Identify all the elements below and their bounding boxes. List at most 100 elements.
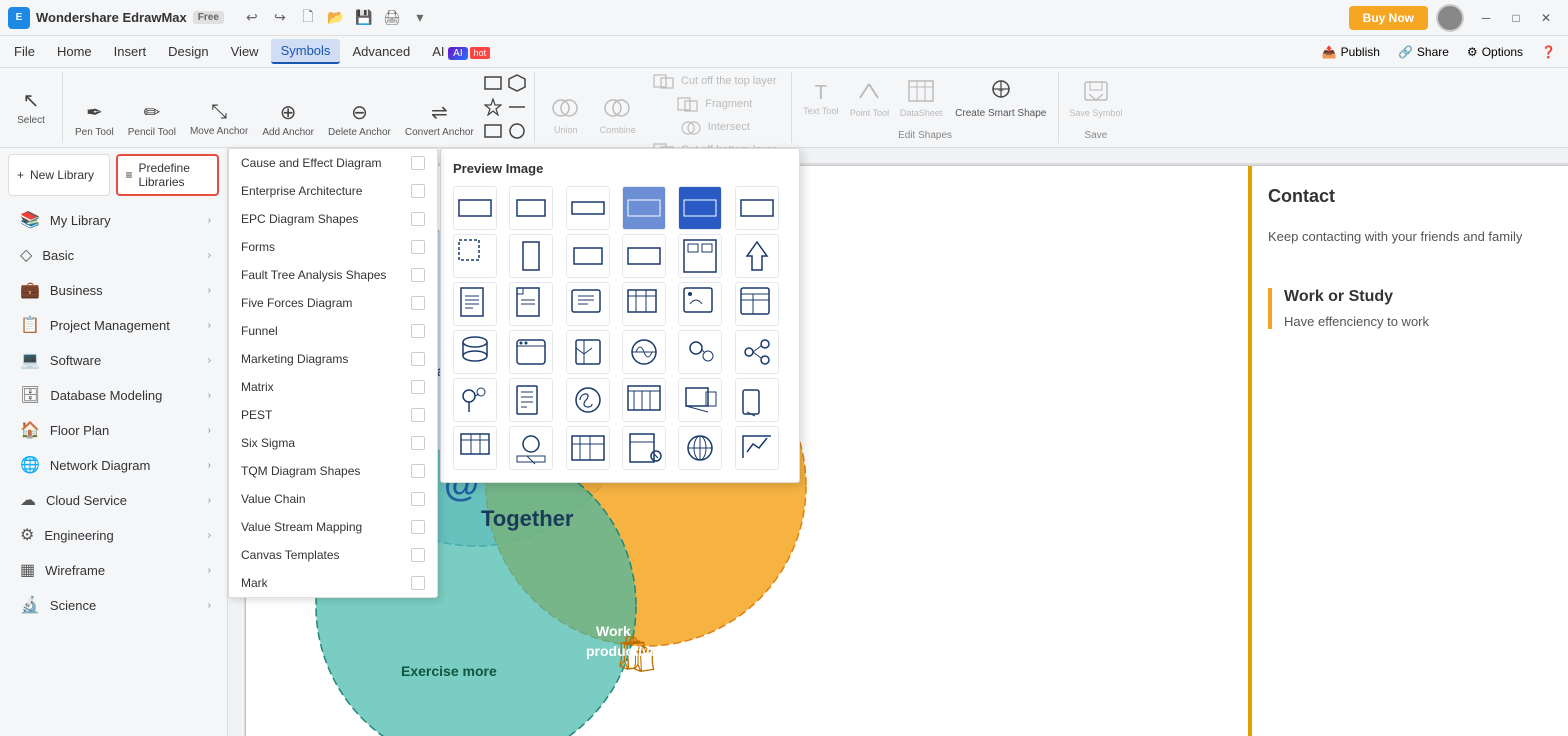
preview-icon-1[interactable]: [453, 186, 497, 230]
shape-rect-icon[interactable]: [482, 72, 504, 94]
preview-icon-32[interactable]: [509, 426, 553, 470]
menu-insert[interactable]: Insert: [104, 40, 157, 63]
menu-ai[interactable]: AI AIhot: [422, 40, 500, 63]
marketing-checkbox[interactable]: [411, 352, 425, 366]
sidebar-item-database-modeling[interactable]: 🗄 Database Modeling ›: [4, 378, 223, 412]
epc-checkbox[interactable]: [411, 212, 425, 226]
preview-icon-30[interactable]: [735, 378, 779, 422]
close-button[interactable]: ✕: [1532, 4, 1560, 32]
preview-icon-27[interactable]: [566, 378, 610, 422]
new-library-button[interactable]: + New Library: [8, 154, 110, 196]
dropdown-canvas[interactable]: Canvas Templates: [229, 541, 437, 569]
menu-file[interactable]: File: [4, 40, 45, 63]
preview-icon-4[interactable]: [622, 186, 666, 230]
dropdown-cause-effect[interactable]: Cause and Effect Diagram: [229, 149, 437, 177]
menu-home[interactable]: Home: [47, 40, 102, 63]
menu-view[interactable]: View: [221, 40, 269, 63]
print-button[interactable]: 🖨: [380, 6, 404, 30]
minimize-button[interactable]: ─: [1472, 4, 1500, 32]
pencil-tool-button[interactable]: ✏ Pencil Tool: [122, 96, 182, 143]
forms-checkbox[interactable]: [411, 240, 425, 254]
preview-icon-22[interactable]: [622, 330, 666, 374]
fault-tree-checkbox[interactable]: [411, 268, 425, 282]
redo-button[interactable]: ↪: [268, 6, 292, 30]
menu-symbols[interactable]: Symbols: [271, 39, 341, 64]
shape-hexagon-icon[interactable]: [506, 72, 528, 94]
canvas-checkbox[interactable]: [411, 548, 425, 562]
matrix-checkbox[interactable]: [411, 380, 425, 394]
preview-icon-11[interactable]: [678, 234, 722, 278]
funnel-checkbox[interactable]: [411, 324, 425, 338]
preview-icon-7[interactable]: [453, 234, 497, 278]
cause-effect-checkbox[interactable]: [411, 156, 425, 170]
shape-rect2-icon[interactable]: [482, 120, 504, 142]
sidebar-item-project-management[interactable]: 📋 Project Management ›: [4, 308, 223, 342]
shape-line-icon[interactable]: [506, 96, 528, 118]
dropdown-epc[interactable]: EPC Diagram Shapes: [229, 205, 437, 233]
union-button[interactable]: Union: [541, 95, 591, 138]
dropdown-enterprise-arch[interactable]: Enterprise Architecture: [229, 177, 437, 205]
sidebar-item-my-library[interactable]: 📚 My Library ›: [4, 203, 223, 237]
fragment-button[interactable]: Fragment: [645, 95, 785, 115]
more-button[interactable]: ▾: [408, 6, 432, 30]
preview-icon-31[interactable]: [453, 426, 497, 470]
preview-icon-6[interactable]: [735, 186, 779, 230]
dropdown-funnel[interactable]: Funnel: [229, 317, 437, 345]
delete-anchor-button[interactable]: ⊖ Delete Anchor: [322, 96, 397, 143]
sidebar-item-cloud-service[interactable]: ☁ Cloud Service ›: [4, 483, 223, 517]
sidebar-item-business[interactable]: 💼 Business ›: [4, 273, 223, 307]
preview-icon-18[interactable]: [735, 282, 779, 326]
preview-icon-8[interactable]: [509, 234, 553, 278]
pen-tool-button[interactable]: ✒ Pen Tool: [69, 96, 120, 143]
combine-button[interactable]: Combine: [593, 95, 643, 138]
undo-button[interactable]: ↩: [240, 6, 264, 30]
open-file-button[interactable]: 📂: [324, 6, 348, 30]
sidebar-item-basic[interactable]: ◇ Basic ›: [4, 238, 223, 272]
dropdown-mark[interactable]: Mark: [229, 569, 437, 597]
preview-icon-9[interactable]: [566, 234, 610, 278]
preview-icon-26[interactable]: [509, 378, 553, 422]
preview-icon-24[interactable]: [735, 330, 779, 374]
sidebar-item-engineering[interactable]: ⚙ Engineering ›: [4, 518, 223, 552]
mark-checkbox[interactable]: [411, 576, 425, 590]
datasheet-button[interactable]: DataSheet: [895, 78, 947, 121]
buy-now-button[interactable]: Buy Now: [1349, 6, 1428, 30]
preview-icon-17[interactable]: [678, 282, 722, 326]
preview-icon-13[interactable]: [453, 282, 497, 326]
preview-icon-3[interactable]: [566, 186, 610, 230]
menu-advanced[interactable]: Advanced: [342, 40, 420, 63]
dropdown-forms[interactable]: Forms: [229, 233, 437, 261]
sidebar-item-science[interactable]: 🔬 Science ›: [4, 588, 223, 622]
dropdown-marketing[interactable]: Marketing Diagrams: [229, 345, 437, 373]
preview-icon-34[interactable]: [622, 426, 666, 470]
text-tool-button[interactable]: T Text Tool: [798, 80, 844, 119]
preview-icon-29[interactable]: [678, 378, 722, 422]
dropdown-pest[interactable]: PEST: [229, 401, 437, 429]
preview-icon-25[interactable]: [453, 378, 497, 422]
sidebar-item-floor-plan[interactable]: 🏠 Floor Plan ›: [4, 413, 223, 447]
select-button[interactable]: ↖ Select: [6, 84, 56, 131]
dropdown-value-chain[interactable]: Value Chain: [229, 485, 437, 513]
preview-icon-15[interactable]: [566, 282, 610, 326]
value-chain-checkbox[interactable]: [411, 492, 425, 506]
dropdown-six-sigma[interactable]: Six Sigma: [229, 429, 437, 457]
preview-icon-28[interactable]: [622, 378, 666, 422]
user-avatar[interactable]: [1436, 4, 1464, 32]
value-stream-checkbox[interactable]: [411, 520, 425, 534]
preview-icon-33[interactable]: [566, 426, 610, 470]
dropdown-fault-tree[interactable]: Fault Tree Analysis Shapes: [229, 261, 437, 289]
move-anchor-button[interactable]: ⤡ Move Anchor: [184, 97, 254, 142]
shape-circle-icon[interactable]: [506, 120, 528, 142]
preview-icon-5[interactable]: [678, 186, 722, 230]
menu-design[interactable]: Design: [158, 40, 218, 63]
preview-icon-14[interactable]: [509, 282, 553, 326]
pest-checkbox[interactable]: [411, 408, 425, 422]
shape-star-icon[interactable]: [482, 96, 504, 118]
preview-icon-10[interactable]: [622, 234, 666, 278]
new-file-button[interactable]: 🗋: [296, 6, 320, 30]
convert-anchor-button[interactable]: ⇌ Convert Anchor: [399, 96, 480, 143]
preview-icon-36[interactable]: [735, 426, 779, 470]
add-anchor-button[interactable]: ⊕ Add Anchor: [256, 96, 320, 143]
dropdown-tqm[interactable]: TQM Diagram Shapes: [229, 457, 437, 485]
save-symbol-button[interactable]: Save Symbol: [1065, 78, 1126, 121]
